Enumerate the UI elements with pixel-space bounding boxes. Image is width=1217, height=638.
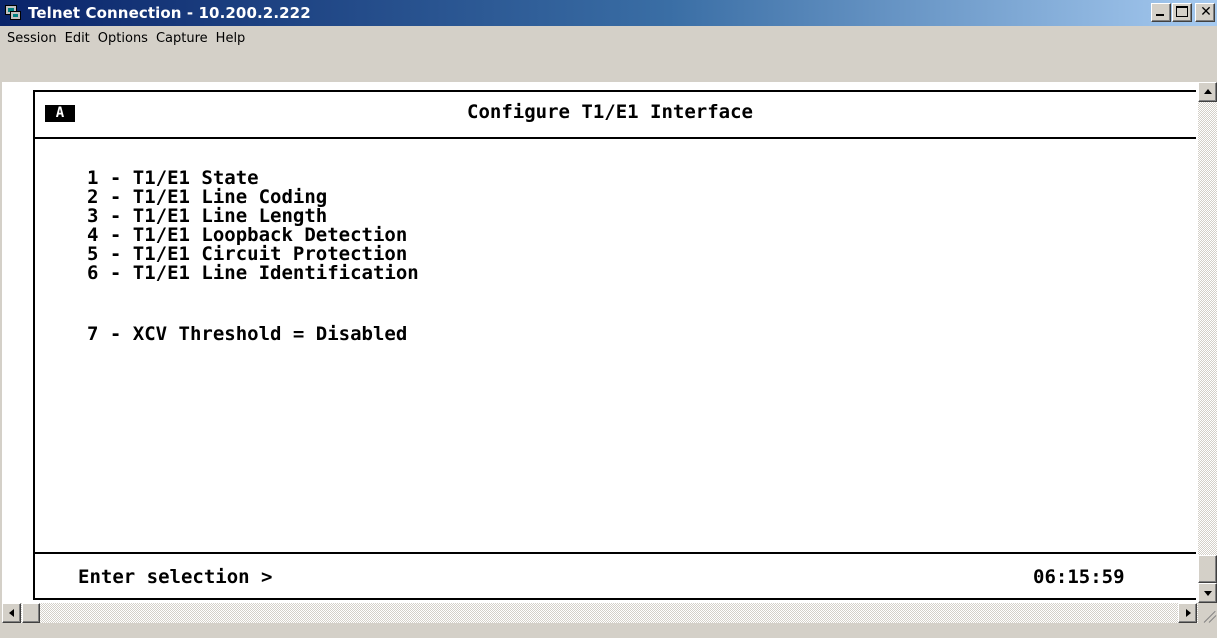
menu-session[interactable]: Session: [3, 31, 61, 46]
resize-grip-icon[interactable]: [1198, 603, 1217, 623]
window-title: Telnet Connection - 10.200.2.222: [28, 4, 311, 22]
maximize-button[interactable]: [1172, 3, 1192, 22]
title-divider: [33, 137, 1196, 139]
arrow-right-icon: [1186, 609, 1191, 617]
scroll-up-button[interactable]: [1198, 82, 1217, 102]
menu-edit[interactable]: Edit: [61, 31, 94, 46]
terminal-top-border: [33, 90, 1196, 92]
menu-bar: Session Edit Options Capture Help: [0, 26, 1217, 50]
close-icon: ✕: [1200, 4, 1212, 20]
window-controls: ✕: [1150, 3, 1215, 22]
close-button[interactable]: ✕: [1195, 3, 1215, 22]
menu-capture[interactable]: Capture: [152, 31, 212, 46]
vertical-scroll-thumb[interactable]: [1198, 555, 1217, 583]
scroll-left-button[interactable]: [2, 603, 21, 623]
selection-prompt[interactable]: Enter selection >: [78, 566, 272, 588]
terminal-bottom-border: [33, 598, 1196, 600]
menu-option-6[interactable]: 6 - T1/E1 Line Identification: [87, 264, 419, 283]
terminal-left-border: [33, 92, 35, 600]
horizontal-scroll-thumb[interactable]: [22, 603, 40, 623]
arrow-down-icon: [1204, 591, 1212, 596]
screen-title: Configure T1/E1 Interface: [467, 101, 753, 123]
window-bottom-edge: [0, 623, 1217, 638]
arrow-left-icon: [9, 609, 14, 617]
menu-options[interactable]: Options: [94, 31, 152, 46]
title-bar[interactable]: Telnet Connection - 10.200.2.222 ✕: [0, 0, 1217, 26]
vertical-scrollbar[interactable]: [1198, 82, 1217, 603]
telnet-computers-icon[interactable]: [4, 4, 22, 22]
prompt-divider: [33, 552, 1196, 554]
scroll-right-button[interactable]: [1178, 603, 1197, 623]
arrow-up-icon: [1204, 89, 1212, 94]
menu-option-7[interactable]: 7 - XCV Threshold = Disabled: [87, 323, 407, 345]
scroll-down-button[interactable]: [1198, 583, 1217, 603]
menu-help[interactable]: Help: [212, 31, 250, 46]
maximize-icon: [1176, 6, 1188, 17]
telnet-window: Telnet Connection - 10.200.2.222 ✕ Sessi…: [0, 0, 1217, 638]
screen-id-badge: A: [45, 105, 75, 122]
menu-options-list: 1 - T1/E1 State 2 - T1/E1 Line Coding 3 …: [87, 169, 419, 283]
minimize-icon: [1156, 14, 1164, 16]
horizontal-scrollbar[interactable]: [2, 603, 1198, 623]
terminal-clock: 06:15:59: [1033, 566, 1125, 588]
minimize-button[interactable]: [1151, 3, 1171, 22]
